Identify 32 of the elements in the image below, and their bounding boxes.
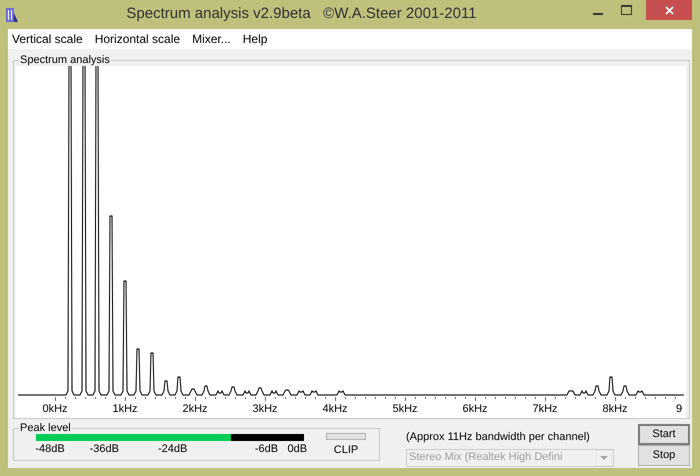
axis-label: 7kHz bbox=[532, 403, 558, 415]
app-icon bbox=[5, 6, 19, 22]
clip-label: CLIP bbox=[334, 443, 358, 458]
panel-title: Spectrum analysis bbox=[19, 55, 111, 66]
window-button[interactable]: Start bbox=[638, 424, 690, 445]
axis-label: 8kHz bbox=[602, 403, 628, 415]
scale-label: 0dB bbox=[288, 442, 308, 457]
menu-item[interactable]: Help bbox=[242, 30, 268, 48]
axis-label: 0kHz bbox=[42, 403, 68, 415]
menu-item[interactable]: Horizontal scale bbox=[94, 30, 182, 48]
scale-label: -6dB bbox=[254, 442, 278, 457]
axis-label: 4kHz bbox=[322, 403, 348, 415]
panel-title: Peak level bbox=[19, 423, 72, 434]
axis-label: 1kHz bbox=[112, 403, 138, 415]
menu-item[interactable]: Vertical scale bbox=[11, 30, 84, 48]
axis-label: 6kHz bbox=[462, 403, 488, 415]
scale-label: -24dB bbox=[158, 442, 188, 457]
window-title: Spectrum analysis v2.9beta ©W.A.Steer 2001-2011 bbox=[125, 4, 478, 24]
close-icon bbox=[664, 6, 674, 14]
scale-label: -48dB bbox=[35, 442, 65, 457]
close-button[interactable] bbox=[646, 0, 692, 20]
maximize-icon bbox=[620, 5, 632, 15]
dropdown-arrow-icon bbox=[596, 450, 612, 466]
scale-label: -36dB bbox=[90, 442, 119, 457]
axis-label: 2kHz bbox=[182, 403, 208, 415]
menu-item[interactable]: Mixer... bbox=[191, 30, 232, 48]
window-button[interactable]: Stop bbox=[638, 445, 690, 466]
axis-label: 5kHz bbox=[392, 403, 418, 415]
axis-label: 3kHz bbox=[252, 403, 278, 415]
minimize-icon bbox=[593, 13, 603, 15]
bandwidth-note: (Approx 11Hz bandwidth per channel) bbox=[406, 430, 591, 445]
axis-label: 9 bbox=[676, 403, 682, 415]
